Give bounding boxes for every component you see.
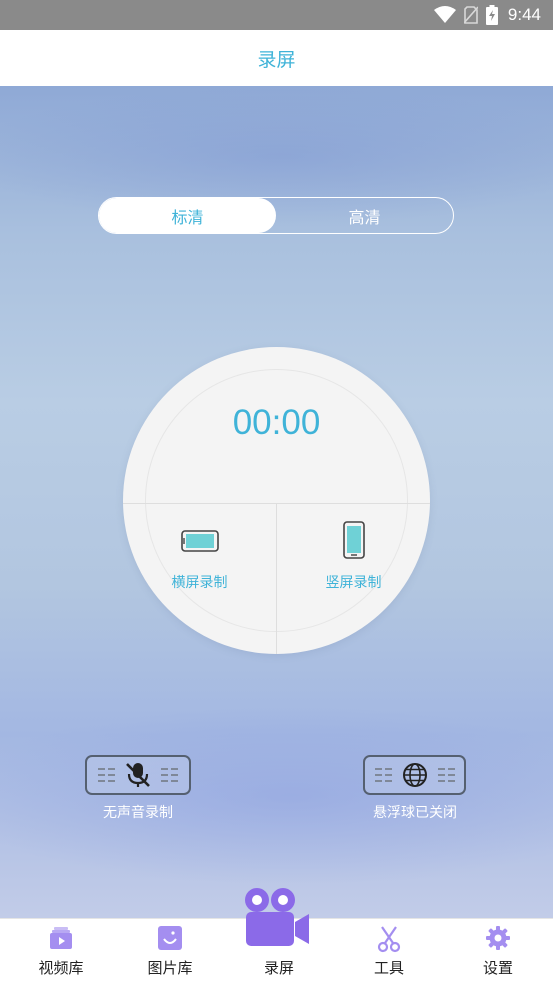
nav-item-settings[interactable]: 设置	[443, 919, 553, 983]
status-time: 9:44	[507, 5, 541, 24]
page-title: 录屏	[257, 48, 296, 71]
mic-off-icon	[126, 763, 150, 787]
nav-item-tools[interactable]: 工具	[334, 919, 444, 983]
nav-label: 视频库	[38, 959, 84, 977]
gear-icon	[443, 925, 553, 951]
floating-ball-label: 悬浮球已关闭	[373, 805, 457, 821]
quality-option-sd[interactable]: 标清	[99, 198, 276, 233]
nav-label: 工具	[373, 959, 404, 977]
main-area: 标清 高清 00:00 横屏录制 竖屏录制 无声音录制 悬浮球已关闭	[0, 86, 553, 918]
battery-charging-icon	[485, 5, 498, 25]
quality-option-hd[interactable]: 高清	[276, 198, 453, 233]
portrait-phone-icon	[277, 521, 430, 559]
status-icons: 9:44	[433, 4, 541, 26]
image-library-icon	[115, 925, 225, 951]
mute-record-toggle[interactable]	[85, 755, 191, 795]
scissors-icon	[334, 925, 444, 953]
video-camera-icon[interactable]	[243, 886, 311, 948]
landscape-record-button[interactable]: 横屏录制	[123, 504, 276, 654]
record-timer: 00:00	[232, 403, 321, 442]
record-dial: 00:00 横屏录制 竖屏录制	[123, 347, 430, 654]
floating-ball-toggle[interactable]	[363, 755, 466, 795]
nav-label: 设置	[482, 959, 513, 977]
mute-record-label: 无声音录制	[103, 805, 173, 821]
dots-decoration	[98, 768, 115, 782]
portrait-record-label: 竖屏录制	[325, 575, 382, 591]
quality-toggle[interactable]: 标清 高清	[98, 197, 454, 234]
globe-icon	[402, 763, 427, 787]
dots-decoration	[437, 768, 455, 782]
video-library-icon	[6, 925, 116, 951]
status-bar: 9:44	[0, 0, 553, 30]
dots-decoration	[161, 768, 178, 782]
landscape-record-label: 横屏录制	[171, 575, 228, 591]
title-bar: 录屏	[0, 30, 553, 86]
landscape-phone-icon	[123, 530, 276, 552]
nav-item-video-library[interactable]: 视频库	[6, 919, 116, 983]
no-sim-icon	[463, 6, 478, 24]
nav-label: 图片库	[147, 959, 193, 977]
nav-label: 录屏	[263, 959, 294, 977]
wifi-icon	[433, 6, 456, 23]
portrait-record-button[interactable]: 竖屏录制	[277, 504, 430, 654]
dots-decoration	[374, 768, 392, 782]
nav-item-image-library[interactable]: 图片库	[115, 919, 225, 983]
